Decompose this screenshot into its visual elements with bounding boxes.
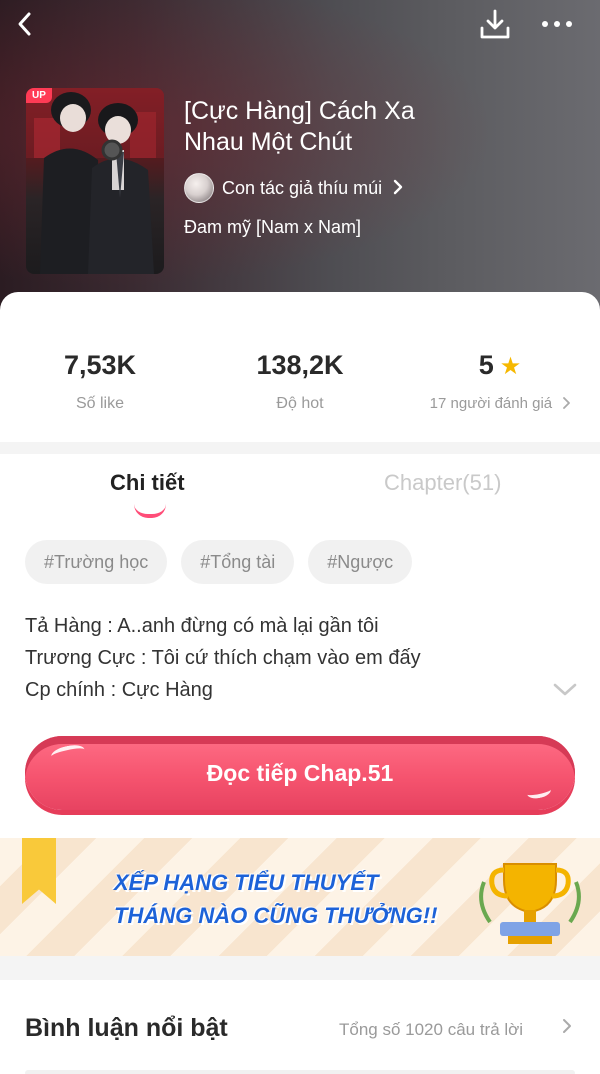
author-name: Con tác giả thíu múi: [222, 177, 383, 198]
comments-total-link[interactable]: Tổng số 1020 câu trả lời: [339, 1020, 523, 1040]
author-link[interactable]: Con tác giả thíu múi: [184, 172, 404, 204]
likes-label: Số like: [75, 395, 125, 412]
cover-image[interactable]: UP: [26, 88, 164, 274]
rating-stat[interactable]: 5 ★ 17 người đánh giá: [400, 350, 600, 413]
rating-count-label: 17 người đánh giá: [429, 395, 553, 412]
more-icon[interactable]: [536, 6, 580, 42]
trophy-icon: [470, 852, 590, 948]
cover-illustration: [26, 88, 164, 274]
bookmark-ribbon-icon: [22, 838, 56, 904]
author-avatar: [184, 173, 214, 203]
likes-stat: 7,53K Số like: [0, 350, 200, 413]
chevron-right-icon[interactable]: [562, 1018, 572, 1039]
comments-title: Bình luận nổi bật: [25, 1014, 228, 1042]
genre-label: Đam mỹ [Nam x Nam]: [184, 217, 362, 237]
tag-chip[interactable]: #Tổng tài: [181, 540, 295, 584]
hot-stat: 138,2K Độ hot: [200, 350, 400, 413]
description-line: Cp chính : Cực Hàng: [25, 679, 213, 701]
rating-value: 5: [478, 350, 494, 380]
banner-text: XẾP HẠNG TIỂU THUYẾT THÁNG NÀO CŨNG THƯỞ…: [114, 866, 437, 932]
novel-title: [Cực Hàng] Cách Xa Nhau Một Chút: [184, 97, 415, 156]
featured-comments: Bình luận nổi bật Tổng số 1020 câu trả l…: [0, 980, 600, 1074]
comment-preview: [25, 1070, 575, 1074]
tag-chip[interactable]: #Ngược: [308, 540, 413, 584]
tag-chip[interactable]: #Trường học: [25, 540, 168, 584]
hot-label: Độ hot: [276, 395, 324, 412]
star-icon: ★: [499, 353, 522, 380]
chevron-right-icon: [562, 396, 571, 413]
banner-line: XẾP HẠNG TIỂU THUYẾT: [114, 870, 379, 895]
likes-value: 7,53K: [63, 350, 137, 380]
tab-chapters[interactable]: Chapter(51): [384, 470, 501, 496]
ranking-banner[interactable]: XẾP HẠNG TIỂU THUYẾT THÁNG NÀO CŨNG THƯỞ…: [0, 838, 600, 956]
update-badge: UP: [26, 88, 52, 103]
hot-value: 138,2K: [256, 350, 344, 380]
chevron-right-icon: [392, 179, 404, 198]
chevron-down-icon[interactable]: [552, 682, 578, 698]
tag-list: #Trường học #Tổng tài #Ngược: [25, 540, 413, 584]
description-line: Trương Cực : Tôi cứ thích chạm vào em đấ…: [25, 647, 421, 669]
active-tab-indicator: [134, 504, 166, 518]
tab-details[interactable]: Chi tiết: [110, 470, 185, 496]
back-icon[interactable]: [8, 6, 44, 42]
description-line: Tả Hàng : A..anh đừng có mà lại gần tôi: [25, 615, 379, 637]
download-icon[interactable]: [476, 6, 514, 42]
novel-detail-page: UP [Cực Hàng] Cách Xa Nhau Một Chút Con …: [0, 0, 600, 1074]
description: Tả Hàng : A..anh đừng có mà lại gần tôi …: [25, 610, 421, 706]
continue-reading-button[interactable]: Đọc tiếp Chap.51: [25, 736, 575, 810]
top-bar: [0, 0, 600, 50]
banner-line: THÁNG NÀO CŨNG THƯỞNG!!: [114, 903, 438, 928]
stats-card: 7,53K Số like 138,2K Độ hot 5 ★ 17 người …: [0, 292, 600, 442]
